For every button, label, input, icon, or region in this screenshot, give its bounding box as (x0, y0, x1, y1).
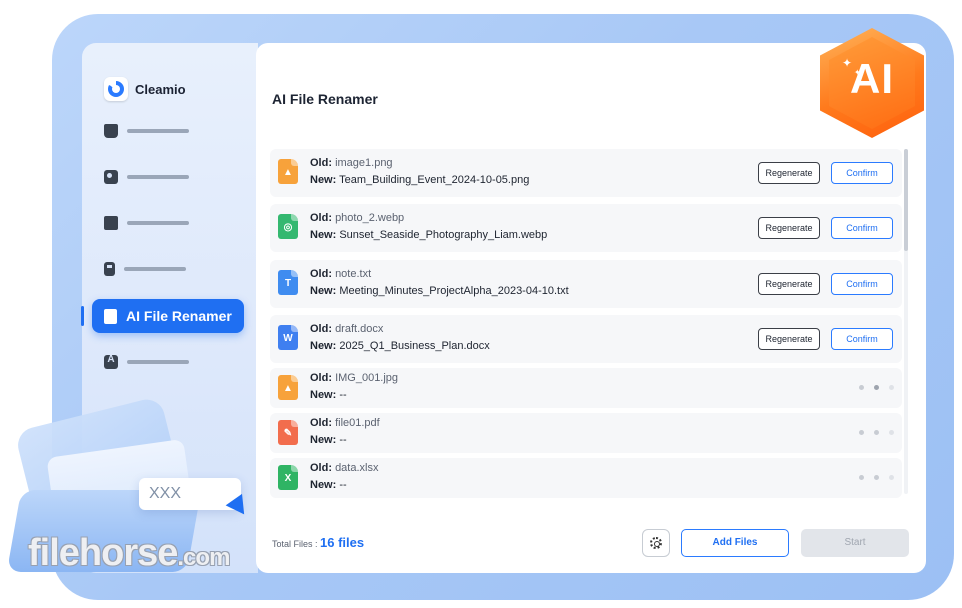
file-row: W Old: draft.docx New: 2025_Q1_Business_… (270, 315, 902, 363)
new-filename: New: -- (310, 434, 347, 446)
sidebar-item-archive[interactable] (104, 262, 186, 276)
confirm-button[interactable]: Confirm (831, 273, 893, 295)
sidebar-item-label-placeholder (127, 360, 189, 364)
watermark: filehorse.com (28, 532, 230, 574)
old-filename: Old: file01.pdf (310, 417, 380, 429)
archive-icon (104, 262, 115, 276)
total-files: Total Files : 16 files (272, 535, 364, 550)
new-filename: New: 2025_Q1_Business_Plan.docx (310, 340, 490, 352)
broom-icon (104, 124, 118, 138)
new-filename: New: Team_Building_Event_2024-10-05.png (310, 174, 530, 186)
scrollbar-thumb[interactable] (904, 149, 908, 251)
ai-badge-text: AI (850, 55, 894, 102)
file-row: T Old: note.txt New: Meeting_Minutes_Pro… (270, 260, 902, 308)
sparkle-icon: ✦ (842, 56, 853, 70)
add-files-button[interactable]: Add Files (681, 529, 789, 557)
webp-file-icon: ◎ (278, 214, 298, 239)
file-row: ▲ Old: IMG_001.jpg New: -- (270, 368, 902, 408)
regenerate-button[interactable]: Regenerate (758, 328, 820, 350)
new-filename: New: Meeting_Minutes_ProjectAlpha_2023-0… (310, 285, 569, 297)
active-indicator (81, 306, 84, 326)
new-filename: New: -- (310, 389, 347, 401)
sidebar-item-photos[interactable] (104, 170, 189, 184)
loading-indicator (859, 430, 894, 435)
brand: Cleamio (104, 77, 186, 101)
file-row: ✎ Old: file01.pdf New: -- (270, 413, 902, 453)
ai-file-icon (104, 308, 117, 324)
file-row: X Old: data.xlsx New: -- (270, 458, 902, 498)
word-file-icon: W (278, 325, 298, 350)
main-panel: AI File Renamer ▲ Old: image1.png New: T… (256, 43, 926, 573)
brand-name: Cleamio (135, 81, 186, 97)
page-title: AI File Renamer (272, 91, 378, 107)
folder-icon (104, 216, 118, 230)
old-filename: Old: data.xlsx (310, 462, 379, 474)
sidebar-item-label-placeholder (127, 129, 189, 133)
new-filename: New: -- (310, 479, 347, 491)
sidebar-item-cleanup[interactable] (104, 124, 189, 138)
pdf-file-icon: ✎ (278, 420, 298, 445)
sidebar-item-label: AI File Renamer (126, 308, 232, 324)
old-filename: Old: draft.docx (310, 323, 384, 335)
new-filename: New: Sunset_Seaside_Photography_Liam.web… (310, 229, 548, 241)
sidebar-item-ai-file-renamer[interactable]: AI File Renamer (92, 299, 244, 333)
sidebar-item-label-placeholder (127, 221, 189, 225)
settings-button[interactable] (642, 529, 670, 557)
old-filename: Old: image1.png (310, 157, 393, 169)
confirm-button[interactable]: Confirm (831, 217, 893, 239)
sidebar-item-label-placeholder (124, 267, 186, 271)
confirm-button[interactable]: Confirm (831, 162, 893, 184)
old-filename: Old: note.txt (310, 268, 372, 280)
sidebar-item-label-placeholder (127, 175, 189, 179)
image-file-icon: ▲ (278, 375, 298, 400)
image-icon (104, 170, 118, 184)
loading-indicator (859, 385, 894, 390)
image-file-icon: ▲ (278, 159, 298, 184)
total-files-count: 16 files (320, 535, 365, 550)
sidebar-item-apps[interactable] (104, 354, 189, 369)
regenerate-button[interactable]: Regenerate (758, 273, 820, 295)
regenerate-button[interactable]: Regenerate (758, 162, 820, 184)
app-store-icon (104, 354, 118, 369)
loading-indicator (859, 475, 894, 480)
gear-icon (650, 537, 662, 549)
file-row: ◎ Old: photo_2.webp New: Sunset_Seaside_… (270, 204, 902, 252)
total-files-label: Total Files : (272, 539, 318, 549)
cleamio-logo-icon (104, 77, 128, 101)
text-file-icon: T (278, 270, 298, 295)
file-row: ▲ Old: image1.png New: Team_Building_Eve… (270, 149, 902, 197)
regenerate-button[interactable]: Regenerate (758, 217, 820, 239)
start-button[interactable]: Start (801, 529, 909, 557)
sidebar-item-folders[interactable] (104, 216, 189, 230)
confirm-button[interactable]: Confirm (831, 328, 893, 350)
old-filename: Old: photo_2.webp (310, 212, 405, 224)
sparkle-icon: ✦ (854, 68, 861, 77)
excel-file-icon: X (278, 465, 298, 490)
old-filename: Old: IMG_001.jpg (310, 372, 399, 384)
